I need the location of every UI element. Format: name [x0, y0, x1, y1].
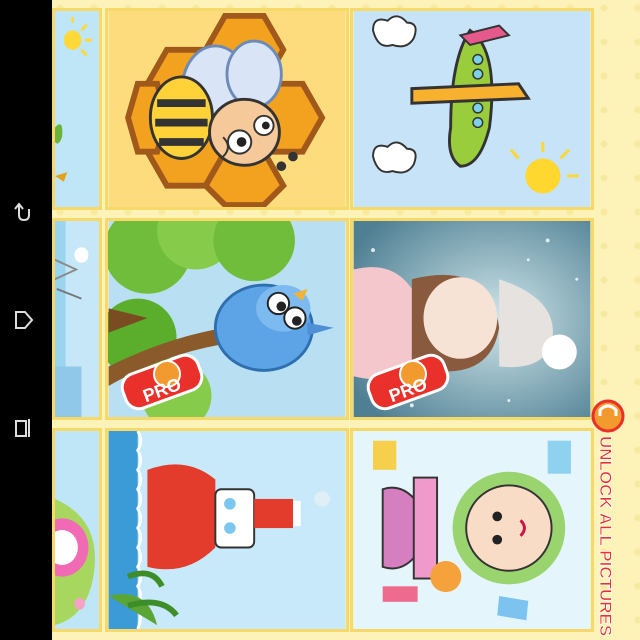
home-button[interactable] — [10, 306, 38, 334]
picture-baby[interactable] — [350, 428, 594, 632]
home-icon — [15, 311, 34, 329]
recents-button[interactable] — [10, 414, 38, 442]
pro-badge-bird: PRO — [112, 352, 212, 412]
pro-badge-girl: PRO — [358, 352, 458, 412]
picture-airplane[interactable] — [350, 8, 594, 210]
picture-gallery: PRO PRO UNLOCK ALL PICTURES — [52, 0, 640, 640]
recents-icon — [15, 419, 30, 437]
back-icon — [14, 202, 30, 222]
unlock-all-pictures-button[interactable]: UNLOCK ALL PICTURES — [570, 398, 640, 640]
picture-bee[interactable] — [105, 8, 349, 210]
back-button[interactable] — [10, 198, 38, 226]
picture-flower-partial[interactable] — [52, 428, 102, 632]
navigation-bar — [0, 0, 52, 640]
picture-bridge-partial[interactable] — [52, 218, 102, 420]
picture-boat[interactable] — [105, 428, 349, 632]
picture-sun-partial[interactable] — [52, 8, 102, 210]
unlock-label: UNLOCK ALL PICTURES — [596, 436, 615, 636]
